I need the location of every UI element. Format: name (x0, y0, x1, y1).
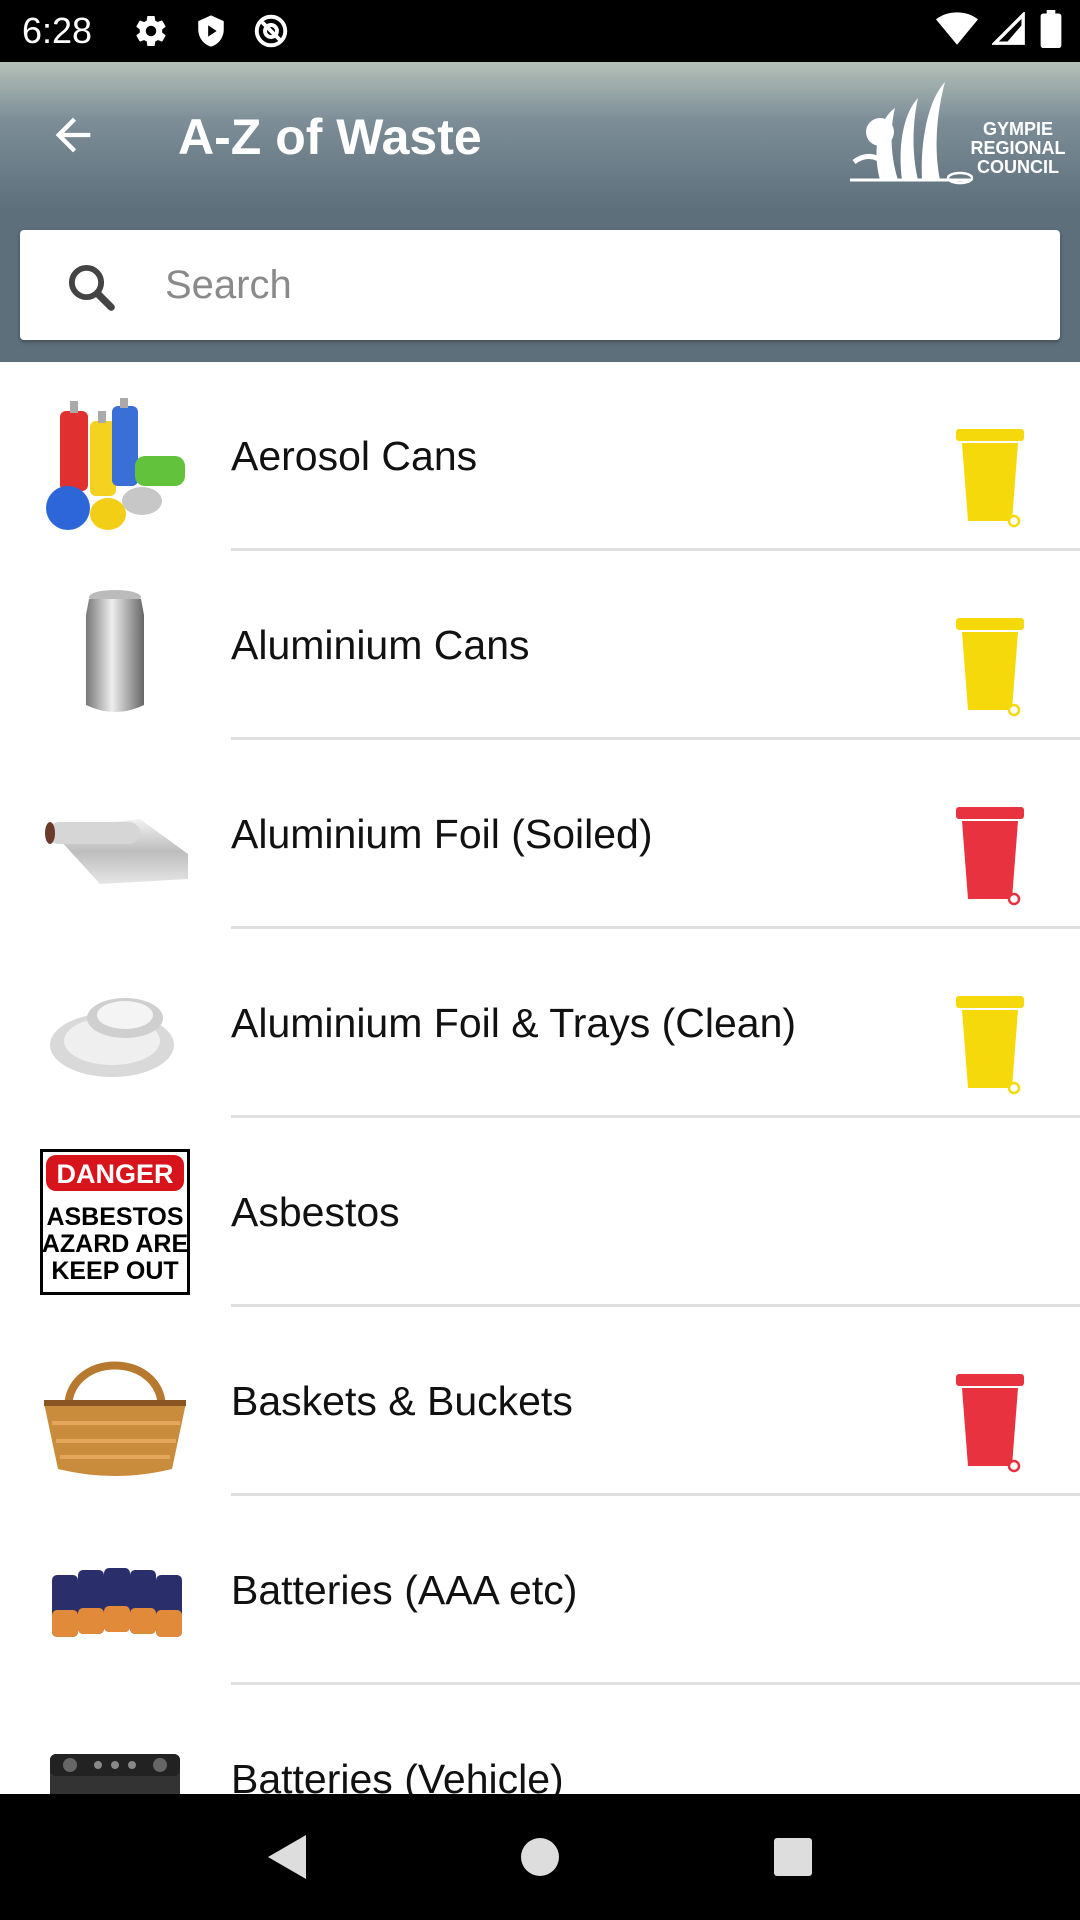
item-label: Aerosol Cans (231, 433, 478, 479)
search-input[interactable] (165, 250, 1025, 320)
logo-text-line-1: GYMPIE (983, 119, 1053, 139)
arrow-back-icon (55, 117, 91, 153)
list-item-aerosol-cans[interactable]: Aerosol Cans (0, 362, 1080, 551)
at-sign-icon (250, 10, 292, 52)
signal-icon (990, 10, 1026, 51)
item-label: Aluminium Foil (Soiled) (231, 811, 653, 857)
wifi-icon (936, 11, 978, 52)
yellow-bin-icon (956, 618, 1024, 717)
list-item-aluminium-foil-soiled[interactable]: Aluminium Foil (Soiled) (0, 740, 1080, 929)
home-circle-icon (520, 1838, 559, 1876)
item-label: Aluminium Cans (231, 622, 530, 668)
aluminium-can-image (40, 585, 190, 725)
nav-back-button[interactable] (247, 1817, 327, 1897)
red-bin-icon (956, 807, 1024, 906)
shield-play-icon (190, 10, 232, 52)
yellow-bin-icon (956, 996, 1024, 1095)
status-right-icons (936, 0, 1062, 62)
batteries-image (40, 1530, 190, 1670)
back-button[interactable] (40, 102, 106, 168)
list-item-aluminium-cans[interactable]: Aluminium Cans (0, 551, 1080, 740)
status-time: 6:28 (22, 10, 93, 51)
basket-image (40, 1341, 190, 1481)
yellow-bin-icon (956, 429, 1024, 528)
nav-home-button[interactable] (500, 1817, 580, 1897)
settings-icon (130, 10, 172, 52)
system-nav-bar (0, 1794, 1080, 1920)
screen: 6:28 A-Z of Waste GYMPIE REGIONAL COUNCI… (0, 0, 1080, 1920)
app-bar: A-Z of Waste GYMPIE REGIONAL COUNCIL (0, 62, 1080, 210)
search-icon (68, 264, 115, 311)
sign-danger-text: DANGER (56, 1159, 173, 1189)
item-label: Batteries (Vehicle) (231, 1756, 564, 1794)
sign-line-4: KEEP OUT (51, 1257, 178, 1285)
logo-text-line-2: REGIONAL (970, 138, 1065, 158)
back-triangle-icon (267, 1835, 306, 1879)
item-label: Batteries (AAA etc) (231, 1567, 578, 1613)
sign-line-3: IAZARD ARE/ (40, 1230, 190, 1258)
battery-icon (1040, 9, 1062, 53)
item-label: Aluminium Foil & Trays (Clean) (231, 1000, 797, 1046)
item-label: Baskets & Buckets (231, 1378, 573, 1424)
waste-list: Aerosol Cans Aluminium Cans Aluminium Fo… (0, 362, 1080, 1794)
sign-line-2: ASBESTOS (46, 1203, 183, 1231)
search-section (0, 210, 1080, 362)
list-item-aluminium-foil-trays[interactable]: Aluminium Foil & Trays (Clean) (0, 929, 1080, 1118)
list-item-batteries-vehicle[interactable]: Batteries (Vehicle) (0, 1685, 1080, 1794)
red-bin-icon (956, 1374, 1024, 1473)
foil-roll-image (40, 774, 190, 914)
list-item-batteries-aaa[interactable]: Batteries (AAA etc) (0, 1496, 1080, 1685)
item-label: Asbestos (231, 1189, 400, 1235)
page-title: A-Z of Waste (178, 109, 482, 165)
foil-trays-image (40, 963, 190, 1103)
list-item-baskets-buckets[interactable]: Baskets & Buckets (0, 1307, 1080, 1496)
nav-recents-button[interactable] (753, 1817, 833, 1897)
logo-text-line-3: COUNCIL (977, 157, 1059, 177)
status-bar: 6:28 (0, 0, 1080, 62)
car-battery-image (40, 1719, 190, 1794)
search-box[interactable] (20, 230, 1060, 340)
list-item-asbestos[interactable]: DANGER ASBESTOS IAZARD ARE/ KEEP OUT Asb… (0, 1118, 1080, 1307)
aerosol-cans-image (40, 396, 190, 536)
council-logo: GYMPIE REGIONAL COUNCIL (850, 80, 1070, 192)
danger-sign-image: DANGER ASBESTOS IAZARD ARE/ KEEP OUT (40, 1149, 190, 1295)
recents-square-icon (774, 1838, 813, 1876)
